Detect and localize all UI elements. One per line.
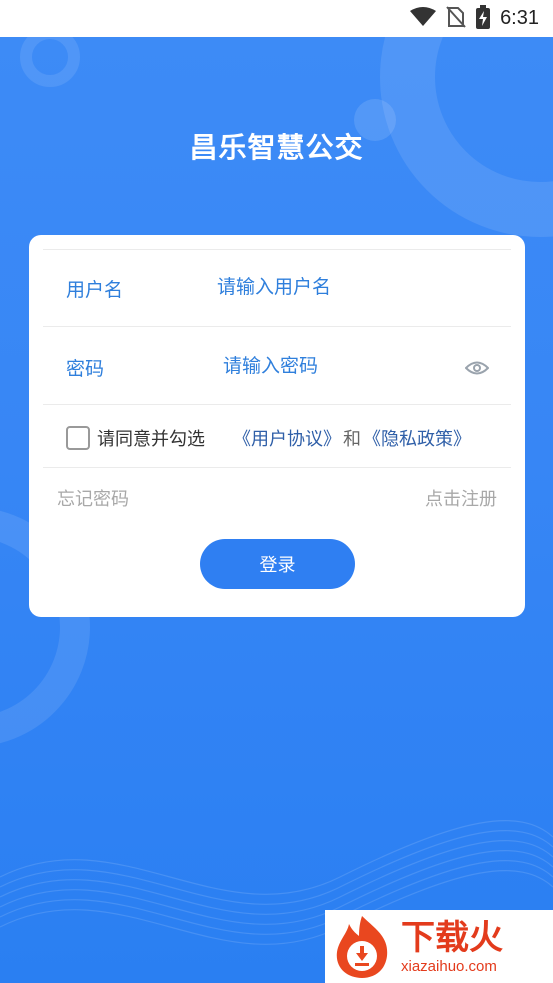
- divider: [43, 249, 511, 250]
- agreement-text: 请同意并勾选: [97, 429, 205, 450]
- register-link[interactable]: 点击注册: [425, 485, 497, 511]
- divider: [43, 326, 511, 327]
- decorative-ring: [20, 37, 80, 87]
- password-input[interactable]: [223, 352, 443, 380]
- agreement-checkbox[interactable]: [66, 426, 90, 450]
- watermark-brand-en: xiazaihuo.com: [401, 958, 497, 975]
- user-agreement-link[interactable]: 《用户协议》: [233, 425, 341, 451]
- forgot-password-link[interactable]: 忘记密码: [57, 485, 129, 511]
- watermark: 下载火 xiazaihuo.com: [325, 910, 553, 983]
- eye-icon[interactable]: [464, 359, 490, 381]
- flame-logo-icon: [336, 915, 388, 978]
- privacy-policy-link[interactable]: 《隐私政策》: [363, 425, 471, 451]
- login-card: 用户名 密码 请同意并勾选 《用户协议》 和 《隐私政策》 忘记密码 点击注册 …: [29, 235, 525, 617]
- password-label: 密码: [66, 358, 105, 380]
- divider: [43, 467, 511, 468]
- status-time: 6:31: [500, 7, 539, 29]
- divider: [43, 404, 511, 405]
- agreement-and-text: 和: [343, 429, 361, 450]
- no-sim-icon: [446, 5, 466, 32]
- username-input[interactable]: [217, 273, 497, 301]
- app-title: 昌乐智慧公交: [189, 131, 364, 164]
- battery-charging-icon: [476, 4, 491, 33]
- watermark-brand-cn: 下载火: [401, 918, 503, 958]
- wifi-icon: [410, 6, 437, 31]
- username-label: 用户名: [66, 279, 124, 301]
- status-bar: 6:31: [0, 0, 553, 37]
- login-button[interactable]: 登录: [200, 539, 355, 589]
